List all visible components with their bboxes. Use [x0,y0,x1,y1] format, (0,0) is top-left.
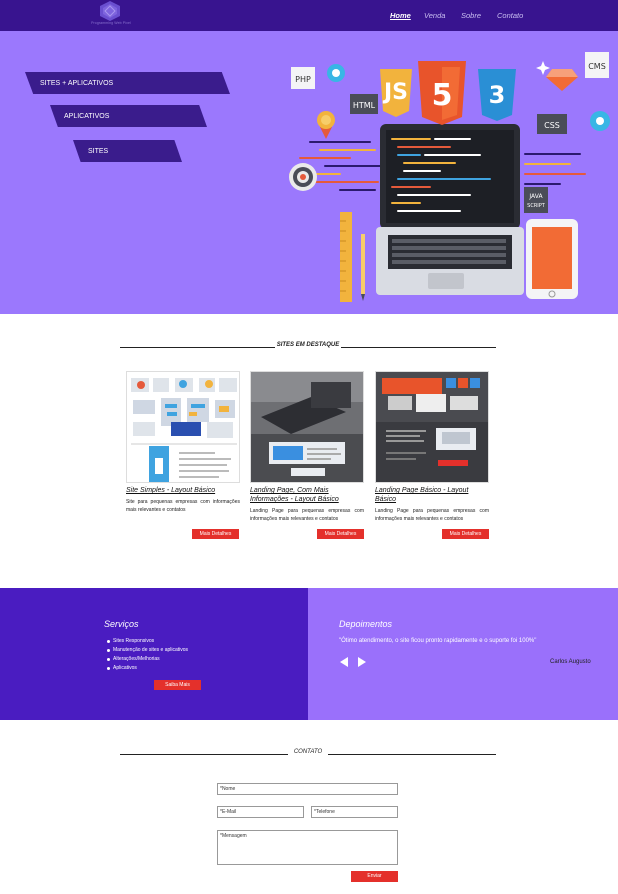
site-thumbnail[interactable] [126,371,240,483]
banner-aplicativos[interactable]: APLICATIVOS [50,105,207,127]
logo-icon [100,1,120,21]
php-tag: PHP [295,75,311,84]
featured-heading: SITES EM DESTAQUE [120,342,496,352]
card-description: Landing Page para pequenas empresas com … [375,508,489,522]
submit-button[interactable]: Enviar [351,871,398,882]
site-thumbnail[interactable] [250,371,364,483]
banner-label: APLICATIVOS [64,112,110,120]
nav-home[interactable]: Home [390,11,411,20]
testimonials-section: Depoimentos "Ótimo atendimento, o site f… [308,588,618,720]
hero-section: SITES + APLICATIVOS APLICATIVOS SITES JS… [0,31,618,314]
services-list-item: Aplicativos [106,664,188,673]
phone-input[interactable] [311,806,398,818]
more-details-button[interactable]: Mais Detalhes [192,529,239,539]
services-list-item: Manutenção de sites e aplicativos [106,647,189,653]
site-thumbnail[interactable] [375,371,489,483]
hero-illustration: JS 5 3 PHP HTML CSS CMS JAVA SCRIPT [289,52,610,302]
email-input[interactable] [217,806,304,818]
svg-text:3: 3 [489,81,506,109]
services-section: Serviços Sites Responsivos Manutenção de… [0,588,308,720]
card-title[interactable]: Site Simples - Layout Básico [126,486,240,495]
more-details-button[interactable]: Mais Detalhes [317,529,364,539]
site-card: Site Simples - Layout Básico Site para p… [126,371,240,539]
site-logo[interactable]: Programming Web Pixel [90,1,132,29]
services-title: Serviços [104,619,139,629]
nav-sobre[interactable]: Sobre [461,11,481,20]
more-details-button[interactable]: Mais Detalhes [442,529,489,539]
prev-arrow-icon[interactable] [340,657,348,667]
testimonial-quote: "Ótimo atendimento, o site ficou pronto … [339,638,537,644]
html-tag: HTML [353,101,376,110]
testimonial-author: Carlos Augusto [550,659,591,665]
card-description: Landing Page para pequenas empresas com … [250,508,364,522]
learn-more-button[interactable]: Saiba Mais [154,680,201,690]
script-tag: SCRIPT [527,203,546,209]
nav-venda[interactable]: Venda [424,11,445,20]
card-title[interactable]: Landing Page, Com Mais Informações - Lay… [250,486,364,504]
nav-contato[interactable]: Contato [497,11,523,20]
contact-title: CONTATO [293,749,323,755]
testimonials-title: Depoimentos [339,619,393,629]
top-navbar: Programming Web Pixel Home Venda Sobre C… [0,0,618,31]
cms-tag: CMS [588,62,606,71]
card-title[interactable]: Landing Page Básico - Layout Básico [375,486,489,504]
name-input[interactable] [217,783,398,795]
card-description: Site para pequenas empresas com informaç… [126,499,240,513]
banner-sites-aplicativos[interactable]: SITES + APLICATIVOS [25,72,230,94]
services-list: Sites Responsivos Manutenção de sites e … [106,637,189,673]
services-list-item: Alterações/Melhorias [106,655,188,664]
css-tag: CSS [544,121,560,130]
services-list-item: Sites Responsivos [106,637,188,646]
java-tag: JAVA [528,193,543,200]
message-textarea[interactable] [217,830,398,865]
logo-text: Programming Web Pixel [91,21,131,25]
svg-text:5: 5 [432,78,453,113]
js-badge-text: JS [382,80,408,105]
banner-label: SITES [88,147,109,155]
featured-title: SITES EM DESTAQUE [276,342,340,348]
site-card: Landing Page Básico - Layout Básico Land… [375,371,489,539]
banner-sites[interactable]: SITES [73,140,182,162]
banner-label: SITES + APLICATIVOS [40,79,114,87]
next-arrow-icon[interactable] [358,657,366,667]
contact-heading: CONTATO [120,749,496,759]
site-card: Landing Page, Com Mais Informações - Lay… [250,371,364,539]
